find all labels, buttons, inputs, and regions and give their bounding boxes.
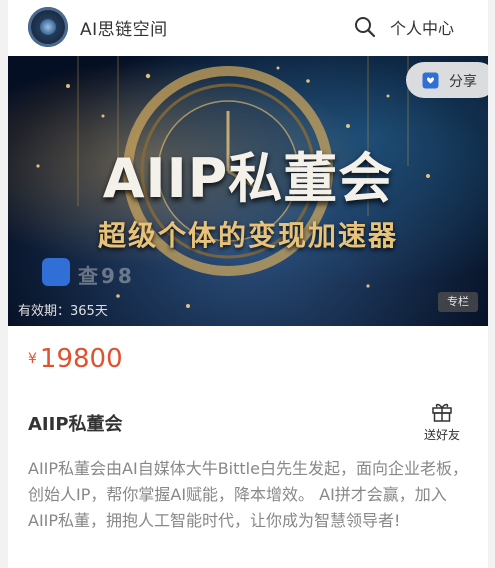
product-title: AIIP私董会 [28, 414, 123, 435]
banner-title: AIIP私董会 [102, 147, 394, 210]
user-center-link[interactable]: 个人中心 [390, 15, 454, 39]
product-page: AI思链空间 个人中心 AIIP私董会 超级个体的变现加速器 分享 查98 有效… [8, 0, 488, 568]
gift-to-friend-button[interactable]: 送好友 [418, 400, 466, 444]
watermark-text: 查98 [78, 264, 135, 288]
validity-text: 有效期：365天 [18, 304, 108, 319]
price: ¥19800 [28, 344, 123, 374]
share-button[interactable]: 分享 [406, 62, 488, 98]
price-amount: 19800 [39, 344, 123, 374]
cover-banner: AIIP私董会 超级个体的变现加速器 分享 查98 有效期：365天 专栏 [8, 56, 488, 326]
share-label: 分享 [449, 74, 477, 90]
app-title[interactable]: AI思链空间 [80, 15, 168, 40]
watermark-logo [42, 258, 70, 286]
banner-subtitle: 超级个体的变现加速器 [97, 219, 398, 252]
gift-label: 送好友 [423, 428, 460, 442]
top-bar: AI思链空间 个人中心 [8, 0, 488, 56]
search-icon[interactable] [354, 16, 376, 38]
app-logo[interactable] [28, 7, 68, 47]
gift-icon [432, 403, 452, 422]
product-description: AIIP私董会由AI自媒体大牛Bittle白先生发起，面向企业老板，创始人IP，… [28, 459, 468, 530]
column-badge: 专栏 [438, 292, 478, 312]
currency-symbol: ¥ [28, 351, 37, 367]
share-icon [422, 72, 439, 89]
